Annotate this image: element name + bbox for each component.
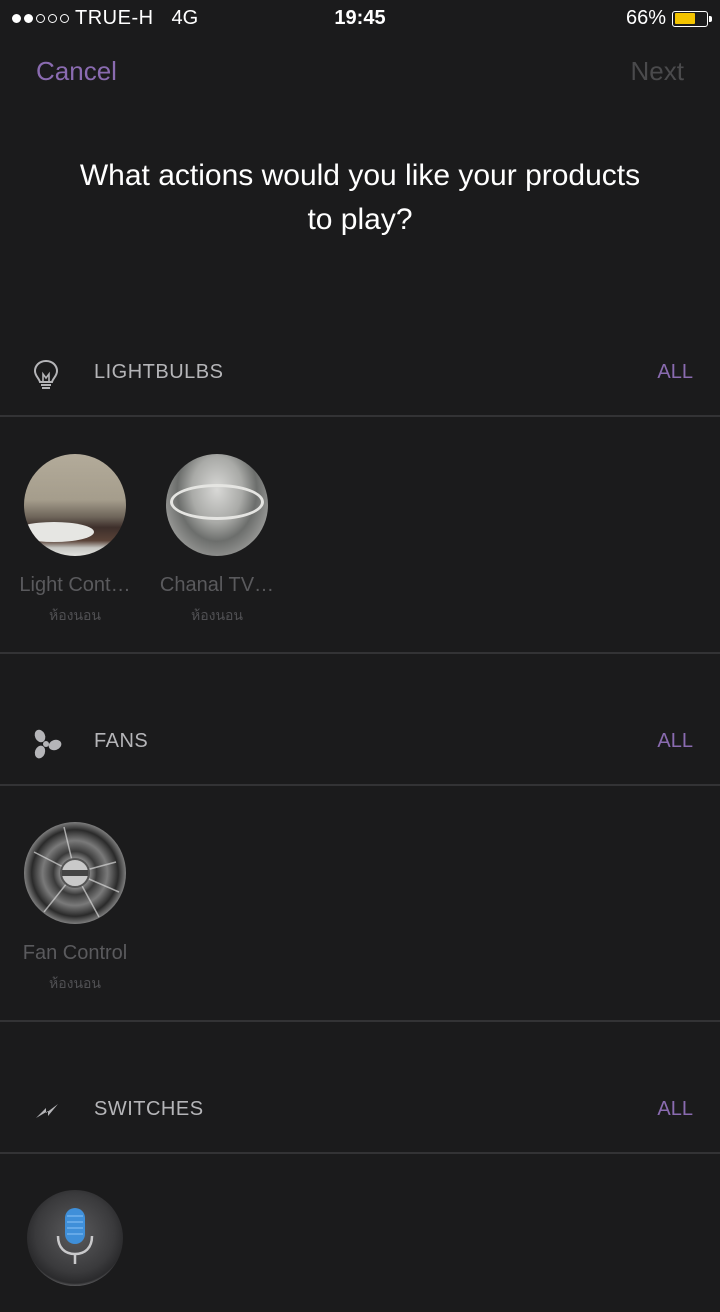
device-room: ห้องนอน bbox=[48, 975, 102, 991]
next-button[interactable]: Next bbox=[631, 56, 684, 87]
cancel-button[interactable]: Cancel bbox=[36, 56, 117, 87]
device-room: ห้องนอน bbox=[48, 607, 102, 623]
device-item[interactable]: Fan Control ห้องนอน bbox=[10, 822, 140, 995]
status-time: 19:45 bbox=[334, 7, 386, 29]
device-name: Fan Control bbox=[22, 942, 128, 964]
device-room: ห้องนอน bbox=[190, 607, 244, 623]
section-title: FANS bbox=[94, 730, 149, 752]
status-right: 66% bbox=[625, 7, 712, 30]
device-item[interactable] bbox=[10, 1190, 140, 1312]
select-all-fans-button[interactable]: ALL bbox=[657, 730, 693, 753]
fan-icon bbox=[34, 729, 62, 759]
page-title-line-2: to play? bbox=[307, 203, 413, 236]
page-title: What actions would you like your product… bbox=[40, 154, 680, 242]
divider bbox=[0, 1152, 720, 1154]
battery-fill bbox=[674, 13, 695, 24]
microphone-icon bbox=[56, 1208, 94, 1264]
select-all-switches-button[interactable]: ALL bbox=[657, 1098, 693, 1121]
device-name: Chanal TV… bbox=[159, 574, 275, 596]
device-thumbnail bbox=[166, 454, 268, 556]
page-title-line-1: What actions would you like your product… bbox=[79, 159, 641, 192]
battery-percent: 66% bbox=[625, 7, 666, 29]
divider bbox=[0, 784, 720, 786]
section-header-lightbulbs: LIGHTBULBS ALL bbox=[0, 341, 720, 405]
status-bar: TRUE-H 4G 19:45 66% bbox=[0, 0, 720, 38]
lightning-icon bbox=[36, 1104, 58, 1118]
divider bbox=[0, 1020, 720, 1022]
lightbulb-icon bbox=[33, 359, 59, 389]
section-header-switches: SWITCHES ALL bbox=[0, 1078, 720, 1142]
device-item[interactable]: Light Cont… ห้องนอน bbox=[10, 454, 140, 627]
section-header-fans: FANS ALL bbox=[0, 710, 720, 774]
device-item[interactable]: Chanal TV… ห้องนอน bbox=[152, 454, 282, 627]
section-title: SWITCHES bbox=[94, 1098, 204, 1120]
battery-icon bbox=[672, 10, 712, 27]
device-thumbnail bbox=[24, 822, 126, 924]
device-thumbnail bbox=[24, 454, 126, 556]
divider bbox=[0, 415, 720, 417]
device-name: Light Cont… bbox=[19, 574, 131, 596]
select-all-lightbulbs-button[interactable]: ALL bbox=[657, 361, 693, 384]
nav-bar: Cancel Next bbox=[0, 56, 720, 96]
divider bbox=[0, 652, 720, 654]
device-thumbnail bbox=[27, 1190, 123, 1286]
section-title: LIGHTBULBS bbox=[94, 361, 224, 383]
